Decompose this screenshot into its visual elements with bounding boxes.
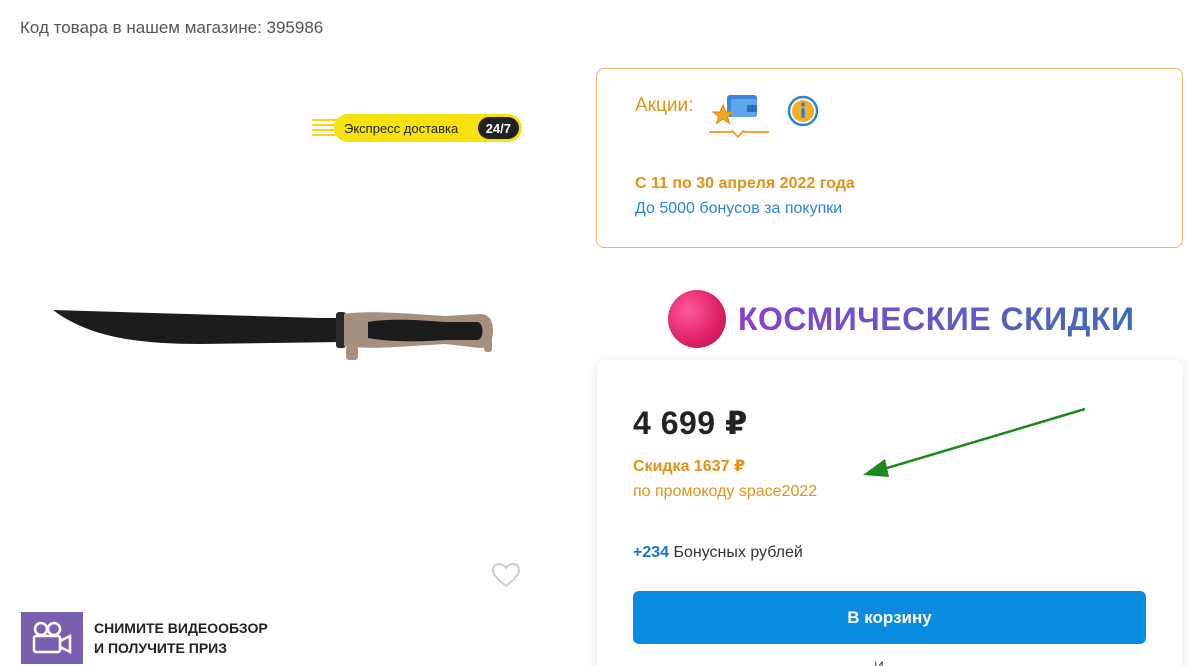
wallet-star-icon[interactable] <box>709 93 769 139</box>
video-camera-icon[interactable] <box>21 612 83 664</box>
video-promo-line2: И ПОЛУЧИТЕ ПРИЗ <box>94 640 227 656</box>
product-price: 4 699 ₽ <box>633 405 748 441</box>
annotation-arrow <box>863 407 1086 477</box>
express-tag: 24/7 <box>477 117 519 139</box>
video-promo-line1: СНИМИТЕ ВИДЕООБЗОР <box>94 620 268 636</box>
favorite-heart-icon[interactable] <box>490 561 522 589</box>
express-delivery-badge: Экспресс доставка 24/7 <box>312 112 522 144</box>
promotions-label: Акции: <box>635 95 694 116</box>
promo-code-text: по промокоду space2022 <box>633 483 818 500</box>
card-tail-text: И <box>874 658 885 666</box>
bonus-label: Бонусных рублей <box>669 544 803 561</box>
add-to-cart-button[interactable]: В корзину <box>633 591 1146 644</box>
discount-amount: Скидка 1637 ₽ <box>633 458 746 475</box>
planet-icon <box>668 290 726 348</box>
express-pill: Экспресс доставка 24/7 <box>334 114 522 142</box>
bonus-info: +234 Бонусных рублей <box>633 544 803 562</box>
product-image <box>53 310 493 360</box>
info-icon[interactable] <box>787 95 819 127</box>
cosmic-discounts-banner[interactable]: КОСМИЧЕСКИЕ СКИДКИ <box>668 288 1134 350</box>
express-label: Экспресс доставка <box>344 120 459 136</box>
video-review-promo[interactable]: СНИМИТЕ ВИДЕООБЗОР И ПОЛУЧИТЕ ПРИЗ <box>94 618 268 658</box>
bonus-amount: +234 <box>633 544 670 561</box>
banner-title: КОСМИЧЕСКИЕ СКИДКИ <box>738 300 1135 337</box>
promotions-box: Акции: С 11 по 30 апреля 2022 года До 50… <box>596 68 1183 248</box>
promotion-description[interactable]: До 5000 бонусов за покупки <box>635 200 842 218</box>
product-sku: Код товара в нашем магазине: 395986 <box>20 18 324 37</box>
promotion-date: С 11 по 30 апреля 2022 года <box>635 175 855 192</box>
